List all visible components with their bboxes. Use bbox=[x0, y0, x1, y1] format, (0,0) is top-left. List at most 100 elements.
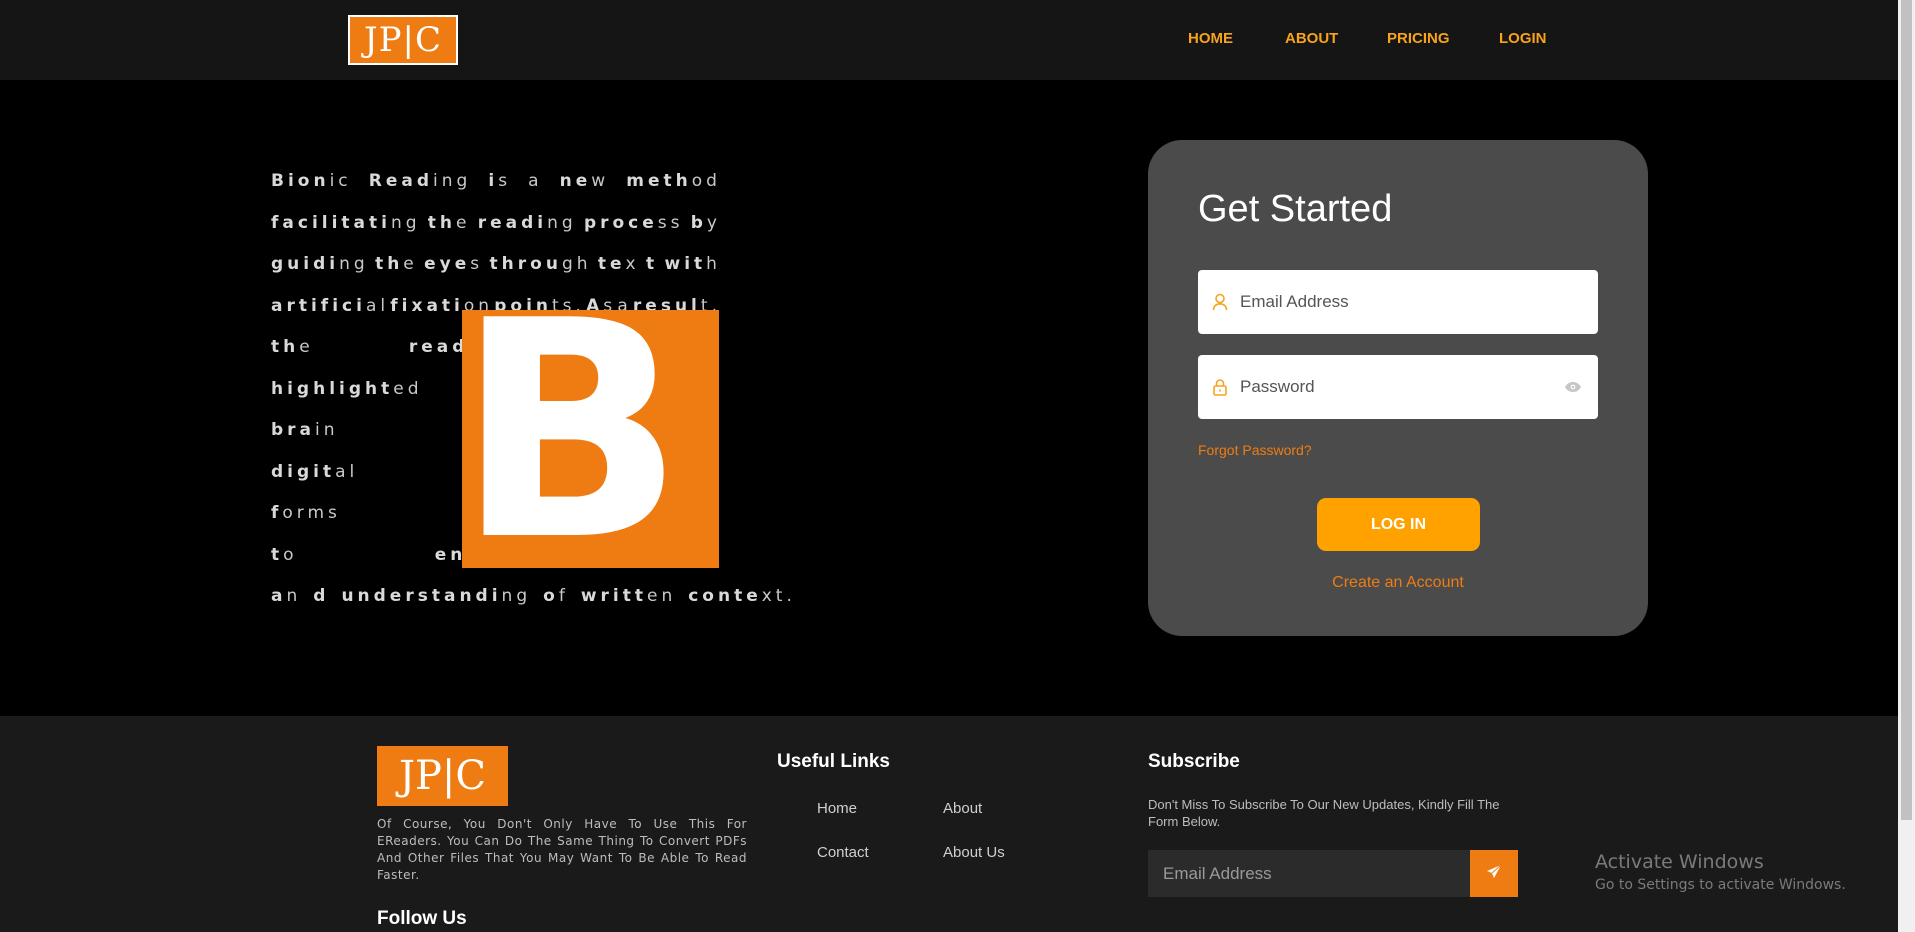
follow-us-heading: Follow Us bbox=[377, 908, 467, 929]
bionic-word: the bbox=[428, 203, 471, 245]
bionic-word: reading bbox=[478, 203, 577, 245]
bionic-word-bold: t bbox=[645, 254, 659, 274]
bionic-b-letter: B bbox=[462, 310, 685, 568]
bionic-word-rest: e bbox=[403, 254, 418, 274]
bionic-word-rest: ed bbox=[393, 378, 423, 399]
bionic-word: by bbox=[691, 203, 721, 245]
page: JP|C HOME ABOUT PRICING LOGIN Bionic Read… bbox=[0, 0, 1915, 932]
bionic-word-rest: e bbox=[299, 337, 314, 357]
email-field[interactable] bbox=[1198, 270, 1598, 334]
user-icon bbox=[1212, 293, 1228, 311]
bionic-word-rest: ic bbox=[329, 171, 352, 191]
bionic-line: guiding the eyes through tex t with bbox=[271, 244, 721, 286]
bionic-word-rest: a bbox=[528, 171, 543, 191]
scrollbar-thumb[interactable] bbox=[1901, 0, 1912, 820]
bionic-word: forms bbox=[271, 493, 341, 535]
bionic-word-bold: highlight bbox=[271, 378, 394, 399]
bionic-line: Bionic Reading is a new method bbox=[271, 161, 721, 203]
bionic-word: t bbox=[646, 244, 658, 286]
bionic-word-bold: artifici bbox=[271, 295, 366, 316]
bionic-word-rest: en bbox=[646, 586, 677, 606]
bionic-word-bold: guidi bbox=[271, 254, 340, 274]
bionic-word: the bbox=[271, 327, 314, 369]
bionic-word-bold: facilitati bbox=[271, 212, 391, 233]
bionic-word-bold: t bbox=[271, 544, 284, 565]
password-input[interactable] bbox=[1240, 355, 1562, 419]
create-account-link[interactable]: Create an Account bbox=[1148, 574, 1648, 592]
bionic-word: an bbox=[271, 576, 301, 618]
bionic-word-rest: h bbox=[706, 254, 721, 274]
nav-home[interactable]: HOME bbox=[1188, 30, 1233, 47]
bionic-word: a bbox=[528, 161, 542, 203]
bionic-word-rest: y bbox=[706, 212, 721, 233]
bionic-word: guiding bbox=[271, 244, 369, 286]
bionic-word-rest: ng bbox=[339, 254, 369, 274]
bionic-word: eyes bbox=[424, 244, 483, 286]
send-icon bbox=[1486, 864, 1502, 883]
bionic-word-rest: ng bbox=[501, 586, 532, 606]
bionic-word-rest: n bbox=[286, 586, 302, 606]
bionic-word-rest: w bbox=[591, 171, 610, 191]
bionic-word-bold: read bbox=[408, 337, 469, 357]
bionic-word: facilitating bbox=[271, 203, 421, 245]
subscribe-submit-button[interactable] bbox=[1470, 850, 1518, 897]
bionic-word: with bbox=[665, 244, 721, 286]
bionic-word-bold: understandi bbox=[341, 586, 502, 606]
brand-logo-text: JP|C bbox=[364, 20, 442, 60]
bionic-word-rest: o bbox=[283, 544, 298, 565]
bionic-word-bold: throu bbox=[489, 254, 562, 274]
bionic-word-rest: orms bbox=[282, 503, 341, 523]
bionic-word-rest: ng bbox=[390, 212, 421, 233]
bionic-word-bold: f bbox=[271, 503, 283, 523]
footer-link-about[interactable]: About bbox=[943, 800, 982, 817]
bionic-word-bold: te bbox=[597, 254, 626, 274]
subscribe-heading: Subscribe bbox=[1148, 751, 1240, 772]
bionic-word: method bbox=[626, 161, 721, 203]
bionic-word-bold: th bbox=[271, 337, 300, 357]
eye-icon[interactable] bbox=[1562, 379, 1584, 395]
login-title: Get Started bbox=[1198, 188, 1393, 230]
lock-icon bbox=[1212, 378, 1228, 396]
footer-logo-text: JP|C bbox=[398, 753, 487, 799]
bionic-word-rest: x bbox=[625, 254, 640, 274]
nav-login[interactable]: LOGIN bbox=[1499, 30, 1547, 47]
bionic-word-rest: ing bbox=[433, 171, 472, 191]
subscribe-description: Don't Miss To Subscribe To Our New Updat… bbox=[1148, 797, 1500, 829]
bionic-word-bold: bra bbox=[271, 420, 316, 440]
login-button[interactable]: LOG IN bbox=[1317, 498, 1480, 551]
footer-link-about-us[interactable]: About Us bbox=[943, 844, 1005, 861]
footer-logo[interactable]: JP|C bbox=[377, 746, 508, 806]
bionic-word-bold: Bion bbox=[271, 171, 330, 191]
bionic-word-bold: writt bbox=[580, 586, 647, 606]
bionic-word: to bbox=[271, 535, 298, 577]
bionic-word-bold: ne bbox=[559, 171, 592, 191]
bionic-word-rest: e bbox=[456, 212, 471, 233]
activate-windows-title: Activate Windows bbox=[1595, 851, 1764, 873]
bionic-word: through bbox=[490, 244, 592, 286]
bionic-word-rest: ng bbox=[547, 212, 577, 233]
bionic-line: facilitating the reading process by bbox=[271, 203, 721, 245]
bionic-word: brain bbox=[271, 410, 339, 452]
bionic-word: the bbox=[375, 244, 418, 286]
subscribe-email-input[interactable] bbox=[1148, 850, 1470, 897]
bionic-word: Reading bbox=[369, 161, 472, 203]
forgot-password-link[interactable]: Forgot Password? bbox=[1198, 442, 1312, 458]
bionic-word-rest: ss bbox=[657, 212, 684, 233]
brand-logo[interactable]: JP|C bbox=[348, 15, 458, 65]
bionic-word-bold: eye bbox=[424, 254, 471, 274]
bionic-word-bold: meth bbox=[626, 171, 692, 191]
footer-link-home[interactable]: Home bbox=[817, 800, 857, 817]
bionic-word-rest: s bbox=[470, 254, 484, 274]
bionic-word: written bbox=[581, 576, 676, 618]
vertical-scrollbar[interactable] bbox=[1898, 0, 1915, 932]
bionic-word-bold: fixati bbox=[390, 295, 464, 316]
nav-pricing[interactable]: PRICING bbox=[1387, 30, 1450, 47]
email-input[interactable] bbox=[1240, 270, 1598, 334]
nav-about[interactable]: ABOUT bbox=[1285, 30, 1338, 47]
bionic-word-rest: od bbox=[691, 171, 721, 191]
password-field[interactable] bbox=[1198, 355, 1598, 419]
footer-link-contact[interactable]: Contact bbox=[817, 844, 869, 861]
bionic-word: digital bbox=[271, 452, 358, 494]
bionic-word-bold: th bbox=[375, 254, 404, 274]
footer-description: Of Course, You Don't Only Have To Use Th… bbox=[377, 817, 747, 882]
